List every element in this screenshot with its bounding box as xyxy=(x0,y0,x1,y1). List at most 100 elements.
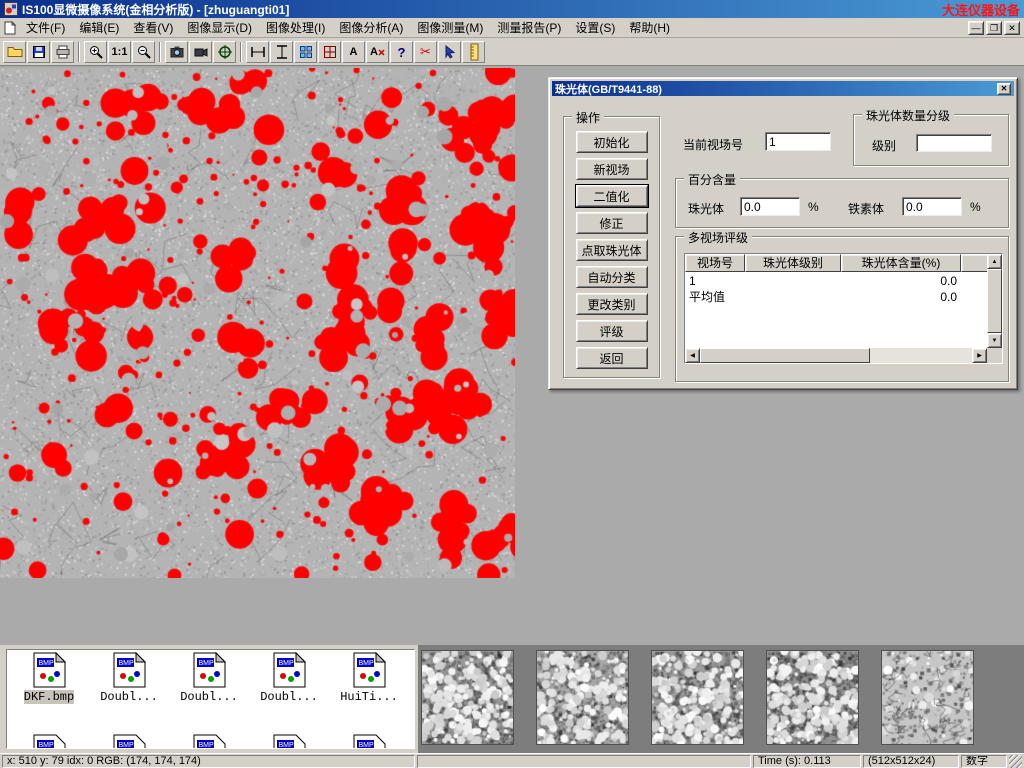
ruler-button[interactable] xyxy=(462,41,485,63)
toolbar-separator xyxy=(159,42,161,62)
close-button[interactable]: ✕ xyxy=(1004,21,1020,35)
file-item[interactable]: BMP xyxy=(89,734,169,749)
cut-analysis-button[interactable]: ✂ xyxy=(414,41,437,63)
scroll-down-icon[interactable]: ▼ xyxy=(987,333,1002,348)
scroll-left-icon[interactable]: ◀ xyxy=(685,348,700,363)
grade-input[interactable] xyxy=(916,134,992,152)
resize-grip[interactable] xyxy=(1009,755,1022,768)
pearlite-percent-input[interactable] xyxy=(740,197,800,216)
thumbnail-canvas[interactable] xyxy=(881,650,974,745)
menu-item-view[interactable]: 查看(V) xyxy=(126,17,180,38)
text-annotate-button[interactable]: A xyxy=(342,41,365,63)
return-button[interactable]: 返回 xyxy=(576,347,648,369)
file-row-partial: BMP BMP BMP BMP BMP xyxy=(9,734,409,749)
menu-item-image-process[interactable]: 图像处理(I) xyxy=(259,17,332,38)
file-item[interactable]: BMP Doubl... xyxy=(169,652,249,704)
zoom-in-button[interactable] xyxy=(84,41,107,63)
status-bar: x: 510 y: 79 idx: 0 RGB: (174, 174, 174)… xyxy=(0,753,1024,768)
video-button[interactable] xyxy=(189,41,212,63)
micrograph-canvas[interactable] xyxy=(0,68,515,578)
help-button[interactable]: ? xyxy=(390,41,413,63)
file-item[interactable]: BMP HuiTi... xyxy=(329,652,409,704)
menu-item-image-display[interactable]: 图像显示(D) xyxy=(180,17,259,38)
new-field-button[interactable]: 新视场 xyxy=(576,158,648,180)
cell-grade xyxy=(745,289,841,305)
file-item[interactable]: BMP Doubl... xyxy=(249,652,329,704)
thumbnail-canvas[interactable] xyxy=(651,650,744,745)
print-button[interactable] xyxy=(51,41,74,63)
help-icon: ? xyxy=(398,45,406,60)
init-button[interactable]: 初始化 xyxy=(576,131,648,153)
actual-size-button[interactable]: 1:1 xyxy=(108,41,131,63)
capture-button[interactable] xyxy=(165,41,188,63)
col-header-ferrite[interactable]: 铁素体含量(%) xyxy=(961,254,987,272)
file-item[interactable]: BMP DKF.bmp xyxy=(9,652,89,704)
measure-vertical-button[interactable] xyxy=(270,41,293,63)
restore-button[interactable]: ❐ xyxy=(986,21,1002,35)
thumbnail-canvas[interactable] xyxy=(766,650,859,745)
table-row[interactable]: 平均值 0.0 xyxy=(685,289,987,305)
change-class-button[interactable]: 更改类别 xyxy=(576,293,648,315)
thumbnail-canvas[interactable] xyxy=(421,650,514,745)
dialog-close-button[interactable]: ✕ xyxy=(997,83,1011,95)
multi-field-group-label: 多视场评级 xyxy=(684,229,752,246)
file-item[interactable]: BMP xyxy=(9,734,89,749)
file-item[interactable]: BMP xyxy=(329,734,409,749)
pick-pearlite-button[interactable]: 点取珠光体 xyxy=(576,239,648,261)
menu-item-image-analysis[interactable]: 图像分析(A) xyxy=(332,17,410,38)
col-header-field[interactable]: 视场号 xyxy=(685,254,745,272)
scroll-right-icon[interactable]: ▶ xyxy=(972,348,987,363)
table-row[interactable]: 1 0.0 xyxy=(685,273,987,289)
menu-item-edit[interactable]: 编辑(E) xyxy=(72,17,126,38)
file-item[interactable]: BMP xyxy=(169,734,249,749)
bmp-file-icon: BMP xyxy=(353,652,386,688)
scrollbar-track[interactable] xyxy=(870,348,972,363)
menu-item-measure-report[interactable]: 测量报告(P) xyxy=(490,17,568,38)
caliper-v-icon xyxy=(274,44,290,60)
ferrite-unit: % xyxy=(970,200,981,214)
bottom-panel: BMP DKF.bmp BMP Doubl... BMP Doubl... BM… xyxy=(0,645,1024,753)
zoom-out-button[interactable] xyxy=(132,41,155,63)
file-item[interactable]: BMP Doubl... xyxy=(89,652,169,704)
dialog-title-bar[interactable]: 珠光体(GB/T9441-88) ✕ xyxy=(552,81,1014,96)
menu-item-file[interactable]: 文件(F) xyxy=(19,17,72,38)
thumbnail-canvas[interactable] xyxy=(536,650,629,745)
vertical-scrollbar[interactable]: ▲ ▼ xyxy=(987,254,1002,348)
pearlite-unit: % xyxy=(808,200,819,214)
file-item[interactable]: BMP xyxy=(249,734,329,749)
col-header-content[interactable]: 珠光体含量(%) xyxy=(841,254,961,272)
col-header-grade[interactable]: 珠光体级别 xyxy=(745,254,841,272)
target-icon xyxy=(217,44,233,60)
status-time: Time (s): 0.113 xyxy=(753,755,861,768)
text-delete-button[interactable]: A xyxy=(366,41,389,63)
binarize-button[interactable]: 二值化 xyxy=(576,185,648,207)
minimize-button[interactable]: — xyxy=(968,21,984,35)
menu-item-help[interactable]: 帮助(H) xyxy=(622,17,677,38)
tile-grid-button[interactable] xyxy=(294,41,317,63)
scrollbar-thumb[interactable] xyxy=(987,269,1002,333)
scrollbar-thumb[interactable] xyxy=(700,348,870,363)
menu-item-settings[interactable]: 设置(S) xyxy=(568,17,622,38)
horizontal-scrollbar[interactable]: ◀ ▶ xyxy=(685,348,987,363)
scroll-up-icon[interactable]: ▲ xyxy=(987,254,1002,269)
measure-horizontal-button[interactable] xyxy=(246,41,269,63)
dialog-title: 珠光体(GB/T9441-88) xyxy=(555,81,662,97)
frame-button[interactable] xyxy=(318,41,341,63)
save-button[interactable] xyxy=(27,41,50,63)
ferrite-label: 铁素体 xyxy=(848,200,884,217)
ferrite-percent-input[interactable] xyxy=(902,197,962,216)
correct-button[interactable]: 修正 xyxy=(576,212,648,234)
table-header: 视场号 珠光体级别 珠光体含量(%) 铁素体含量(%) xyxy=(685,254,987,272)
menu-item-image-measure[interactable]: 图像测量(M) xyxy=(410,17,490,38)
bmp-file-icon: BMP xyxy=(193,652,226,688)
picker-button[interactable] xyxy=(438,41,461,63)
grade-button[interactable]: 评级 xyxy=(576,320,648,342)
current-field-input[interactable] xyxy=(765,132,831,151)
svg-text:BMP: BMP xyxy=(358,660,374,667)
camera-icon xyxy=(169,44,185,60)
auto-classify-button[interactable]: 自动分类 xyxy=(576,266,648,288)
target-button[interactable] xyxy=(213,41,236,63)
svg-text:BMP: BMP xyxy=(38,660,54,667)
app-icon xyxy=(4,2,18,16)
open-button[interactable] xyxy=(3,41,26,63)
